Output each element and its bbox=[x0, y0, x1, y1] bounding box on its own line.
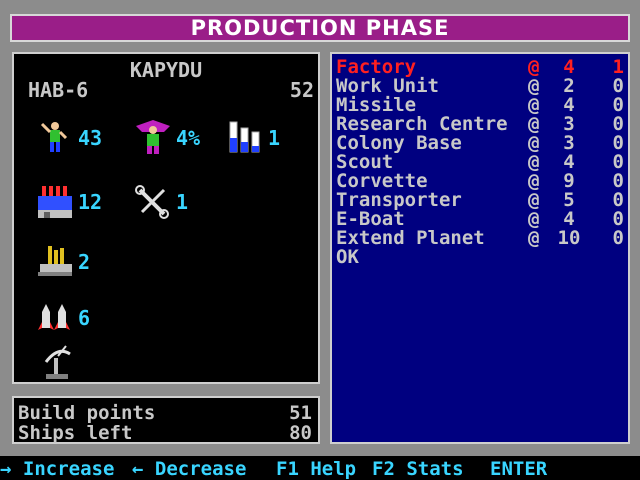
production-list: Factory @4 1 Work Unit @2 0 Missile @4 0 Research… bbox=[336, 58, 626, 267]
stats-hint[interactable]: F2 Stats bbox=[372, 458, 464, 480]
missiles-stat: 2 bbox=[36, 242, 90, 282]
summary-panel: Build points 51 Ships left 80 bbox=[12, 396, 320, 444]
planet-panel: KAPYDU HAB-6 52 43 4% 1 12 1 2 6 bbox=[12, 52, 320, 384]
status-bar: → Increase ← Decrease F1 Help F2 Stats E… bbox=[0, 456, 640, 480]
tools-stat: 1 bbox=[134, 182, 188, 222]
industry-value: 1 bbox=[268, 126, 281, 150]
tools-value: 1 bbox=[176, 190, 189, 214]
production-item[interactable]: OK bbox=[336, 248, 626, 267]
build-points-row: Build points 51 bbox=[18, 402, 314, 424]
production-item-at: @ bbox=[528, 227, 540, 249]
ships-left-row: Ships left 80 bbox=[18, 422, 314, 444]
tools-icon bbox=[134, 182, 172, 222]
production-item-name: OK bbox=[336, 246, 359, 268]
factories-stat: 12 bbox=[36, 182, 102, 222]
production-item-cost: 10 bbox=[557, 227, 581, 249]
rocket-icon bbox=[36, 298, 74, 338]
ships-value: 6 bbox=[78, 306, 91, 330]
build-points-value: 51 bbox=[289, 402, 312, 424]
production-item[interactable]: Extend Planet @10 0 bbox=[336, 229, 626, 248]
title-bar: PRODUCTION PHASE bbox=[10, 14, 630, 42]
radar-stat bbox=[40, 342, 78, 382]
build-points-label: Build points bbox=[18, 402, 156, 424]
game-frame: PRODUCTION PHASE KAPYDU HAB-6 52 43 4% 1… bbox=[0, 0, 640, 456]
production-panel: Factory @4 1 Work Unit @2 0 Missile @4 0 Research… bbox=[330, 52, 630, 444]
factory-icon bbox=[36, 182, 74, 222]
population-value: 52 bbox=[289, 78, 314, 102]
ships-left-value: 80 bbox=[289, 422, 312, 444]
missile-launcher-icon bbox=[36, 242, 74, 282]
workers-stat: 43 bbox=[36, 118, 102, 158]
worker-icon bbox=[36, 118, 74, 158]
enter-hint[interactable]: ENTER bbox=[490, 458, 547, 480]
hab-level: HAB-6 bbox=[28, 78, 89, 102]
increase-hint[interactable]: → Increase bbox=[0, 458, 114, 480]
decrease-hint[interactable]: ← Decrease bbox=[132, 458, 246, 480]
industry-stat: 1 bbox=[226, 118, 280, 158]
ships-stat: 6 bbox=[36, 298, 90, 338]
factories-value: 12 bbox=[78, 190, 103, 214]
bar-gauge-icon bbox=[226, 118, 264, 158]
tax-figure-icon bbox=[134, 118, 172, 158]
radar-dish-icon bbox=[40, 342, 78, 382]
help-hint[interactable]: F1 Help bbox=[276, 458, 356, 480]
missiles-value: 2 bbox=[78, 250, 91, 274]
tax-value: 4% bbox=[176, 126, 201, 150]
production-item-qty: 0 bbox=[612, 227, 624, 249]
workers-value: 43 bbox=[78, 126, 103, 150]
ships-left-label: Ships left bbox=[18, 422, 133, 444]
tax-stat: 4% bbox=[134, 118, 200, 158]
